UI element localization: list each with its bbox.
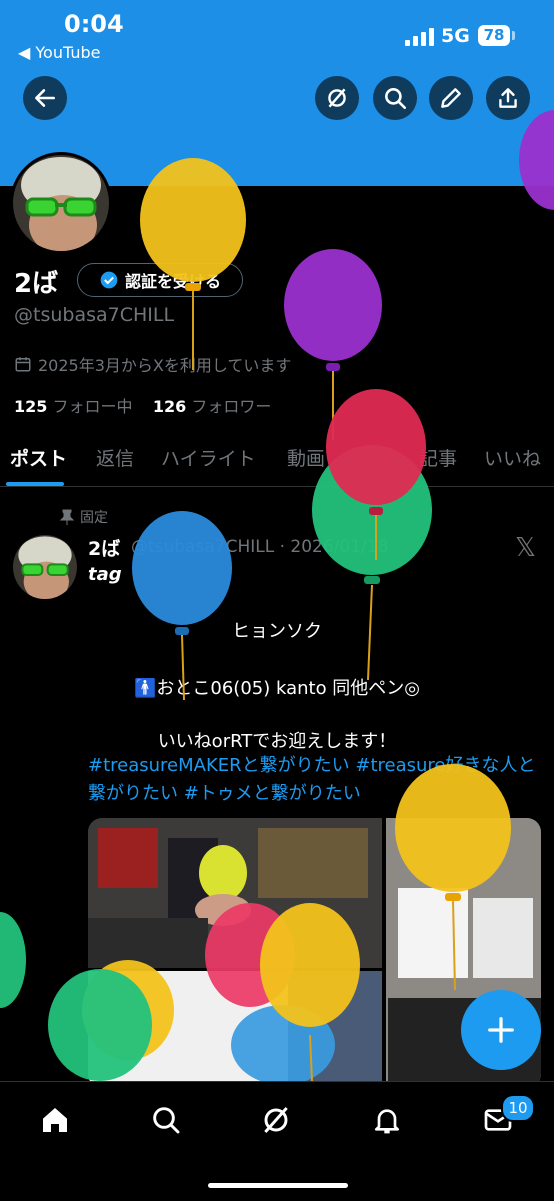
join-date-text: 2025年3月からXを利用しています [38, 356, 292, 375]
compose-button[interactable] [461, 990, 541, 1070]
status-bar: 0:04 ◀ YouTube 5G 78 [0, 0, 554, 70]
avatar-image [13, 535, 77, 599]
profile-display-name: 2ば [14, 269, 59, 299]
balloon-purple [284, 249, 382, 440]
post-hashtags[interactable]: #treasureMAKERと繋がりたい #treasure好きな人と繋がりたい… [88, 752, 546, 808]
avatar-image [13, 155, 109, 251]
grok-icon [264, 1107, 288, 1133]
tab-replies[interactable]: 返信 [96, 444, 134, 471]
pencil-icon [441, 88, 461, 108]
get-verified-button[interactable]: 認証を受ける [77, 263, 243, 297]
signal-icon [405, 28, 435, 46]
status-time: 0:04 [64, 10, 124, 38]
following-link[interactable]: 125 フォロー中 [14, 397, 133, 416]
get-verified-label: 認証を受ける [124, 272, 221, 291]
back-to-app-link[interactable]: ◀ YouTube [18, 43, 100, 62]
active-tab-indicator [6, 482, 64, 486]
followers-label: フォロワー [191, 397, 272, 416]
home-indicator [208, 1183, 348, 1188]
edit-button[interactable] [429, 76, 473, 120]
nav-search[interactable] [146, 1100, 186, 1140]
post-author-name[interactable]: 2ば [88, 534, 120, 561]
following-count: 125 [14, 397, 48, 416]
nav-grok[interactable] [256, 1100, 296, 1140]
calendar-icon [15, 357, 31, 372]
battery-icon: 78 [478, 25, 510, 46]
pinned-label: 固定 [60, 507, 108, 527]
bell-icon [375, 1109, 399, 1134]
back-arrow-icon [35, 89, 55, 107]
post-meta: @tsubasa7CHILL · 2026/01/18 [131, 537, 389, 557]
post-text-line: 🚹おとこ06(05) kanto 同他ペン◎ [133, 678, 421, 699]
followers-count: 126 [152, 397, 187, 416]
search-button[interactable] [373, 76, 417, 120]
profile-handle: @tsubasa7CHILL [14, 304, 175, 326]
nav-home[interactable] [35, 1100, 75, 1140]
balloon-green-left [0, 912, 26, 1008]
plus-icon [488, 1017, 514, 1043]
x-logo-icon[interactable]: 𝕏 [515, 533, 536, 563]
tab-articles[interactable]: 記事 [419, 444, 457, 471]
battery-tip [512, 31, 515, 40]
share-icon [499, 88, 517, 108]
share-button[interactable] [486, 76, 530, 120]
post-author-avatar[interactable] [13, 535, 77, 599]
following-label: フォロー中 [52, 397, 133, 416]
post-text-line: ヒョンソク [232, 621, 322, 642]
network-type: 5G [441, 25, 470, 47]
post-text-line: いいねorRTでお迎えします！ [157, 731, 397, 752]
grok-icon [328, 88, 346, 108]
profile-avatar[interactable] [10, 152, 112, 254]
pinned-text: 固定 [80, 510, 108, 526]
follow-stats: 125 フォロー中 126 フォロワー [14, 393, 271, 417]
search-icon [385, 88, 407, 110]
pin-icon [60, 509, 74, 525]
tab-posts[interactable]: ポスト [10, 444, 67, 471]
search-icon [153, 1107, 180, 1134]
verified-icon [100, 271, 118, 289]
followers-link[interactable]: 126 フォロワー [153, 397, 272, 416]
profile-tabs: ポスト 返信 ハイライト 動画 記事 いいね [0, 430, 554, 487]
home-icon [43, 1108, 67, 1132]
back-button[interactable] [23, 76, 67, 120]
messages-badge: 10 [501, 1094, 535, 1122]
tab-likes[interactable]: いいね [484, 444, 541, 471]
tab-videos[interactable]: 動画 [287, 444, 325, 471]
post-tag: tag [88, 564, 122, 585]
tab-highlights[interactable]: ハイライト [161, 444, 256, 471]
grok-button[interactable] [315, 76, 359, 120]
join-date: 2025年3月からXを利用しています [14, 352, 291, 376]
nav-notifications[interactable] [367, 1100, 407, 1140]
